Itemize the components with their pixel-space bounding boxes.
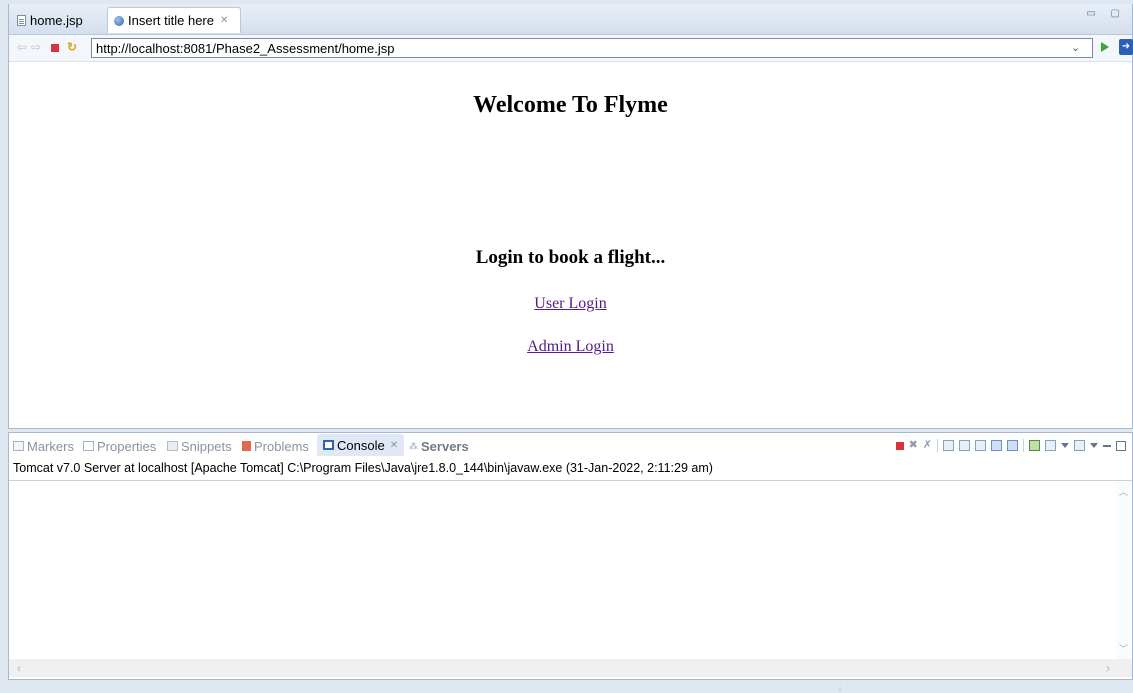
window-controls[interactable]: ▭ ▢ xyxy=(1086,8,1126,19)
stop-icon[interactable] xyxy=(51,44,59,52)
tab-label: Properties xyxy=(97,438,157,454)
tab-label: home.jsp xyxy=(30,12,83,28)
url-input[interactable] xyxy=(91,38,1093,58)
terminate-icon[interactable] xyxy=(895,441,904,450)
console-output-area[interactable] xyxy=(9,480,1132,659)
go-play-icon[interactable] xyxy=(1101,42,1109,52)
display-selected-console-icon[interactable] xyxy=(1045,440,1056,451)
tab-snippets[interactable]: Snippets xyxy=(167,437,232,455)
scroll-up-icon[interactable]: ︿ xyxy=(1119,485,1128,498)
chevron-down-icon[interactable] xyxy=(1061,443,1069,448)
browser-globe-icon xyxy=(114,15,124,26)
open-external-icon[interactable]: ➜ xyxy=(1119,39,1133,55)
console-icon xyxy=(323,440,334,450)
tab-label: Problems xyxy=(254,438,309,454)
tab-label: Console xyxy=(337,437,385,453)
tab-label: Snippets xyxy=(181,438,232,454)
pin-console-icon[interactable] xyxy=(1029,440,1040,451)
tab-properties[interactable]: Properties xyxy=(83,437,156,455)
scroll-left-icon[interactable]: ‹ xyxy=(17,661,21,675)
scroll-down-icon[interactable]: ﹀ xyxy=(1119,642,1128,655)
refresh-icon[interactable]: ↻ xyxy=(67,40,77,54)
tab-insert-title-here[interactable]: Insert title here ✕ xyxy=(107,7,241,33)
markers-icon xyxy=(13,441,24,451)
login-heading: Login to book a flight... xyxy=(475,247,666,268)
browser-toolbar: ⇦ ⇨ ↻ ⌄ ➜ xyxy=(9,35,1133,62)
tab-label: Insert title here xyxy=(128,13,214,28)
console-process-label: Tomcat v7.0 Server at localhost [Apache … xyxy=(13,461,713,475)
minimize-icon[interactable] xyxy=(1103,444,1111,447)
scroll-right-icon[interactable]: › xyxy=(1106,661,1110,675)
close-icon[interactable]: ✕ xyxy=(220,15,228,26)
show-on-stdout-icon[interactable] xyxy=(991,440,1002,451)
tab-servers[interactable]: ⁂ Servers xyxy=(409,437,469,455)
servers-icon: ⁂ xyxy=(409,441,418,451)
remove-all-terminated-icon[interactable]: ✗ xyxy=(923,440,932,451)
jsp-file-icon xyxy=(17,14,26,26)
admin-login-link[interactable]: Admin Login xyxy=(9,338,1132,356)
snippets-icon xyxy=(167,441,178,451)
toolbar-separator xyxy=(1023,439,1024,452)
web-page-content: Welcome To Flyme Login to book a flight.… xyxy=(9,62,1132,429)
word-wrap-icon[interactable] xyxy=(975,440,986,451)
page-title: Welcome To Flyme xyxy=(473,92,668,118)
clear-console-icon[interactable] xyxy=(943,440,954,451)
open-console-icon[interactable] xyxy=(1074,440,1085,451)
tab-markers[interactable]: Markers xyxy=(13,437,74,455)
show-on-stderr-icon[interactable] xyxy=(1007,440,1018,451)
status-bar-grip-icon[interactable]: ⋮ xyxy=(836,684,844,693)
chevron-down-icon[interactable] xyxy=(1090,443,1098,448)
chevron-down-icon[interactable]: ⌄ xyxy=(1071,41,1080,54)
close-icon[interactable]: ✕ xyxy=(390,440,398,451)
remove-launch-icon[interactable]: ✖ xyxy=(909,440,918,451)
scroll-lock-icon[interactable] xyxy=(959,440,970,451)
vertical-scrollbar[interactable]: ︿ ﹀ xyxy=(1116,481,1132,659)
horizontal-scrollbar[interactable]: ‹ › xyxy=(9,659,1132,677)
forward-arrow-icon[interactable]: ⇨ xyxy=(31,40,41,54)
tab-home-jsp[interactable]: home.jsp xyxy=(11,7,105,33)
back-arrow-icon[interactable]: ⇦ xyxy=(17,40,27,54)
browser-editor: home.jsp Insert title here ✕ ▭ ▢ ⇦ ⇨ ↻ ⌄… xyxy=(8,4,1133,429)
user-login-link[interactable]: User Login xyxy=(9,295,1132,313)
toolbar-separator xyxy=(937,439,938,452)
tab-label: Servers xyxy=(421,438,469,454)
console-toolbar: ✖ ✗ xyxy=(895,439,1126,452)
tab-problems[interactable]: Problems xyxy=(242,437,309,455)
properties-icon xyxy=(83,441,94,451)
console-view-panel: Markers Properties Snippets Problems Con… xyxy=(8,432,1133,680)
tab-console[interactable]: Console ✕ xyxy=(317,434,405,456)
tab-label: Markers xyxy=(27,438,74,454)
editor-tab-bar: home.jsp Insert title here ✕ ▭ ▢ xyxy=(9,4,1132,35)
problems-icon xyxy=(242,441,251,451)
maximize-icon[interactable] xyxy=(1116,440,1126,451)
